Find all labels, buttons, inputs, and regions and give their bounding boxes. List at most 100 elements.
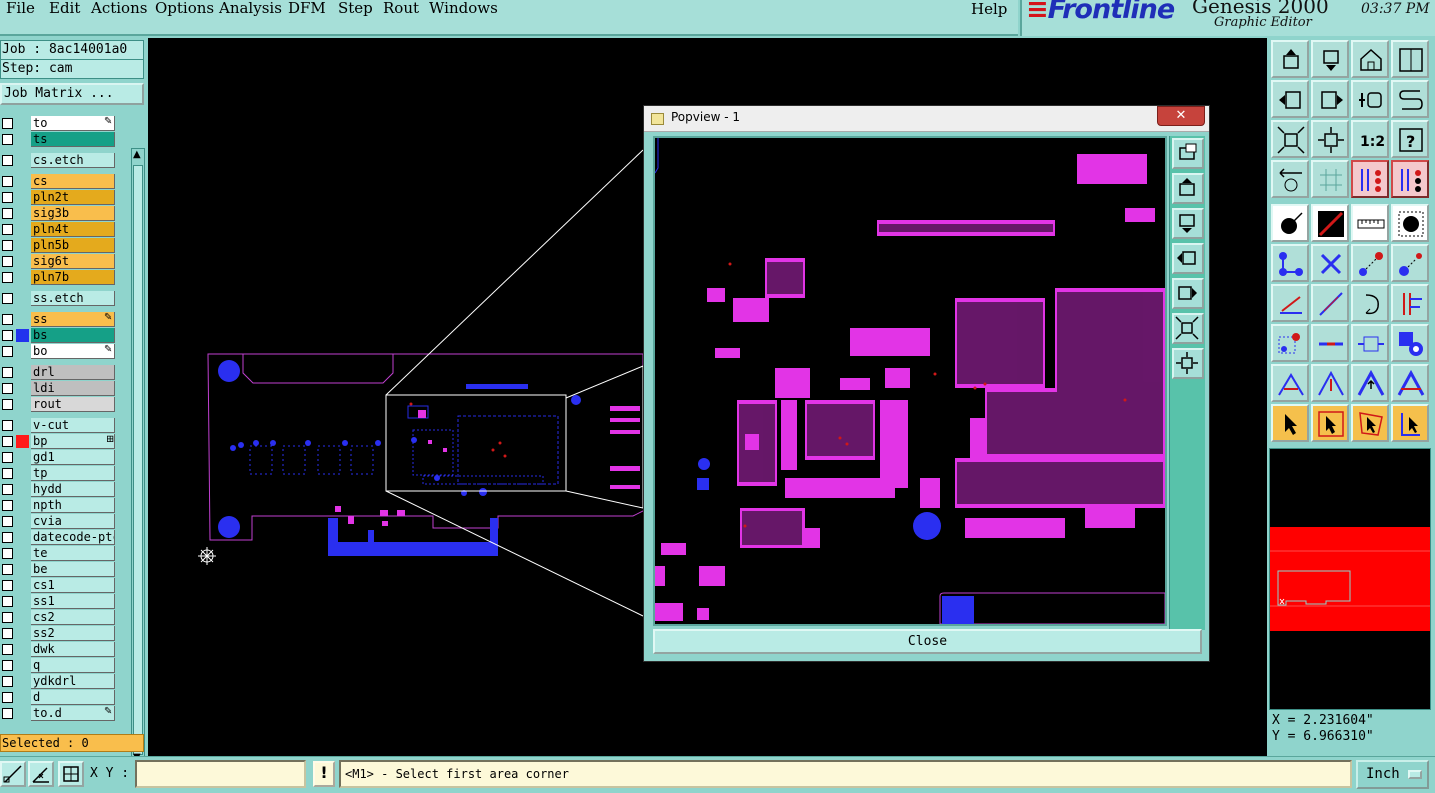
layer-checkbox[interactable] — [2, 192, 13, 203]
copy-icon[interactable] — [1391, 244, 1429, 282]
layer-row[interactable]: sig6t — [0, 254, 118, 269]
arc-icon[interactable] — [1351, 284, 1389, 322]
layer-name[interactable]: datecode-ptc — [31, 530, 115, 545]
layer-name[interactable]: te — [31, 546, 115, 561]
layer-row[interactable]: ss1 — [0, 594, 118, 609]
menu-file[interactable]: File — [6, 0, 35, 18]
layer-checkbox[interactable] — [2, 692, 13, 703]
layer-checkbox[interactable] — [2, 314, 13, 325]
move-icon[interactable] — [1351, 244, 1389, 282]
layer-name[interactable]: ss.etch — [31, 291, 115, 306]
pop-zoom-in-button[interactable] — [1172, 313, 1204, 344]
layer-name[interactable]: bs — [31, 328, 115, 343]
layer-row[interactable]: to.d ✎ — [0, 706, 118, 721]
layer-row[interactable]: te — [0, 546, 118, 561]
grid-snap-icon[interactable] — [58, 761, 84, 787]
layer-name[interactable]: ss1 — [31, 594, 115, 609]
layer-row[interactable]: ss.etch — [0, 291, 118, 306]
layer-name[interactable]: ldi — [31, 381, 115, 396]
layer-checkbox[interactable] — [2, 176, 13, 187]
scroll-thumb[interactable] — [133, 165, 143, 755]
layer-checkbox[interactable] — [2, 484, 13, 495]
layer-name[interactable]: v-cut — [31, 418, 115, 433]
overview-map[interactable] — [1269, 448, 1431, 710]
layer-checkbox[interactable] — [2, 420, 13, 431]
layer-name[interactable]: sig6t — [31, 254, 115, 269]
layer-row[interactable]: tp — [0, 466, 118, 481]
layer-checkbox[interactable] — [2, 346, 13, 357]
layer-row[interactable]: pln7b — [0, 270, 118, 285]
layer-row[interactable]: d — [0, 690, 118, 705]
layer-checkbox[interactable] — [2, 516, 13, 527]
zoom-down-icon[interactable] — [1311, 40, 1349, 78]
layer-checkbox[interactable] — [2, 240, 13, 251]
group-icon[interactable] — [1391, 324, 1429, 362]
pan-right-icon[interactable] — [1311, 80, 1349, 118]
layer-name[interactable]: bo — [31, 344, 115, 359]
pop-pan-right-button[interactable] — [1172, 278, 1204, 309]
layer-name[interactable]: pln7b — [31, 270, 115, 285]
layer-row[interactable]: v-cut — [0, 418, 118, 433]
layer-checkbox[interactable] — [2, 399, 13, 410]
layer-row[interactable]: cs.etch — [0, 153, 118, 168]
menu-options[interactable]: Options — [155, 0, 214, 18]
peak-icon[interactable] — [1351, 364, 1389, 402]
menu-help[interactable]: Help — [971, 0, 1007, 18]
layer-checkbox[interactable] — [2, 367, 13, 378]
peak-line-icon[interactable] — [1391, 364, 1429, 402]
popview-titlebar[interactable]: Popview - 1 ✕ — [644, 106, 1209, 132]
layer-checkbox[interactable] — [2, 676, 13, 687]
layer-name[interactable]: bp — [31, 434, 115, 449]
pan-left-icon[interactable] — [1271, 80, 1309, 118]
units-dropdown[interactable]: Inch — [1356, 760, 1429, 789]
layer-row[interactable]: ss2 — [0, 626, 118, 641]
layer-name[interactable]: rout — [31, 397, 115, 412]
snap-icon[interactable] — [1391, 80, 1429, 118]
menu-analysis[interactable]: Analysis — [219, 0, 282, 18]
layer-color-swatch[interactable] — [16, 435, 29, 448]
angle-up-icon[interactable] — [1311, 364, 1349, 402]
diagonal-line-icon[interactable] — [1311, 284, 1349, 322]
layer-row[interactable]: cs2 — [0, 610, 118, 625]
menu-actions[interactable]: Actions — [91, 0, 147, 18]
layer-name[interactable]: q — [31, 658, 115, 673]
select-poly-icon[interactable] — [1351, 404, 1389, 442]
layer-row[interactable]: pln2t — [0, 190, 118, 205]
angle-mode-icon[interactable] — [28, 761, 54, 787]
layer-name[interactable]: hydd — [31, 482, 115, 497]
layer-name[interactable]: be — [31, 562, 115, 577]
layer-name[interactable]: npth — [31, 498, 115, 513]
layer-color-swatch[interactable] — [16, 329, 29, 342]
layer-row[interactable]: q — [0, 658, 118, 673]
net-highlight-icon[interactable] — [1351, 160, 1389, 198]
layer-checkbox[interactable] — [2, 596, 13, 607]
layer-checkbox[interactable] — [2, 468, 13, 479]
redraw-icon[interactable] — [1351, 80, 1389, 118]
layer-name[interactable]: cs2 — [31, 610, 115, 625]
layer-name[interactable]: tp — [31, 466, 115, 481]
layer-row[interactable]: dwk — [0, 642, 118, 657]
angle-icon[interactable] — [1271, 364, 1309, 402]
layer-scrollbar[interactable]: ▲ ▼ — [131, 148, 145, 765]
layer-checkbox[interactable] — [2, 708, 13, 719]
layer-checkbox[interactable] — [2, 452, 13, 463]
close-icon[interactable]: ✕ — [1157, 106, 1205, 126]
layer-row[interactable]: sig3b — [0, 206, 118, 221]
break-line-icon[interactable] — [1311, 324, 1349, 362]
layer-row[interactable]: cvia — [0, 514, 118, 529]
alert-icon[interactable]: ! — [313, 761, 335, 787]
layer-checkbox[interactable] — [2, 272, 13, 283]
menu-edit[interactable]: Edit — [49, 0, 80, 18]
layer-name[interactable]: pln5b — [31, 238, 115, 253]
pointer-icon[interactable] — [1271, 404, 1309, 442]
add-line-icon[interactable] — [1311, 204, 1349, 242]
menu-step[interactable]: Step — [338, 0, 373, 18]
add-text-icon[interactable] — [1271, 324, 1309, 362]
layer-checkbox[interactable] — [2, 134, 13, 145]
layer-row[interactable]: cs1 — [0, 578, 118, 593]
layer-name[interactable]: dwk — [31, 642, 115, 657]
pop-pan-up-button[interactable] — [1172, 173, 1204, 204]
layer-checkbox[interactable] — [2, 330, 13, 341]
zoom-home-icon[interactable] — [1271, 40, 1309, 78]
layer-row[interactable]: pln4t — [0, 222, 118, 237]
